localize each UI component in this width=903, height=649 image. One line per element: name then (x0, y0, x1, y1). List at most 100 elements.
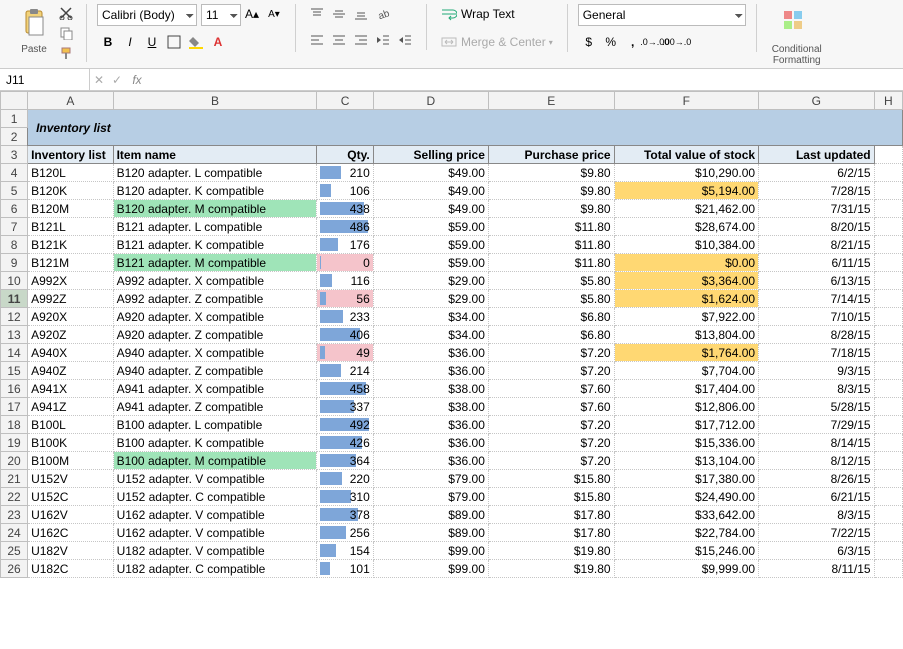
col-header[interactable]: B (113, 92, 317, 110)
table-header[interactable]: Item name (113, 146, 317, 164)
cell[interactable] (874, 506, 902, 524)
row-header[interactable]: 8 (1, 236, 28, 254)
cell[interactable]: $9.80 (488, 200, 614, 218)
cell[interactable]: $36.00 (373, 362, 488, 380)
cell[interactable]: $5.80 (488, 290, 614, 308)
cell[interactable]: A992Z (28, 290, 113, 308)
cell[interactable]: $10,384.00 (614, 236, 759, 254)
row-header[interactable]: 23 (1, 506, 28, 524)
cell[interactable] (874, 290, 902, 308)
cell[interactable]: $7,922.00 (614, 308, 759, 326)
cell[interactable]: $3,364.00 (614, 272, 759, 290)
cell[interactable]: 6/11/15 (759, 254, 875, 272)
row-header[interactable]: 12 (1, 308, 28, 326)
row-header[interactable]: 3 (1, 146, 28, 164)
cell[interactable]: 210 (317, 164, 373, 182)
cell[interactable]: U182C (28, 560, 113, 578)
cell[interactable] (874, 380, 902, 398)
cell[interactable]: A940 adapter. X compatible (113, 344, 317, 362)
cell[interactable]: B121 adapter. L compatible (113, 218, 317, 236)
cell[interactable]: 220 (317, 470, 373, 488)
cell[interactable]: $29.00 (373, 272, 488, 290)
cell[interactable]: $29.00 (373, 290, 488, 308)
align-left-icon[interactable] (306, 30, 328, 50)
cell[interactable]: $59.00 (373, 254, 488, 272)
cell[interactable]: $6.80 (488, 308, 614, 326)
cell[interactable]: $12,806.00 (614, 398, 759, 416)
cell[interactable]: $49.00 (373, 182, 488, 200)
enter-formula-icon[interactable]: ✓ (108, 73, 126, 87)
row-header[interactable]: 22 (1, 488, 28, 506)
table-header[interactable]: Inventory list (28, 146, 113, 164)
cell[interactable]: 6/2/15 (759, 164, 875, 182)
col-header[interactable]: F (614, 92, 759, 110)
cell[interactable] (874, 272, 902, 290)
row-header[interactable]: 4 (1, 164, 28, 182)
row-header[interactable]: 15 (1, 362, 28, 380)
cell[interactable]: B121M (28, 254, 113, 272)
cell[interactable]: 7/10/15 (759, 308, 875, 326)
cell[interactable]: $13,104.00 (614, 452, 759, 470)
fill-color-icon[interactable] (185, 32, 207, 52)
table-header[interactable]: Total value of stock (614, 146, 759, 164)
cell[interactable]: 176 (317, 236, 373, 254)
cell[interactable]: A992 adapter. Z compatible (113, 290, 317, 308)
cell[interactable]: 233 (317, 308, 373, 326)
cell[interactable]: $7,704.00 (614, 362, 759, 380)
cell[interactable]: $19.80 (488, 542, 614, 560)
cell[interactable]: $36.00 (373, 452, 488, 470)
select-all-corner[interactable] (1, 92, 28, 110)
cell[interactable]: $7.60 (488, 398, 614, 416)
cell[interactable]: $19.80 (488, 560, 614, 578)
cell[interactable]: 438 (317, 200, 373, 218)
cell[interactable]: B100K (28, 434, 113, 452)
cell[interactable]: A941X (28, 380, 113, 398)
cell[interactable]: $79.00 (373, 470, 488, 488)
cell[interactable] (874, 542, 902, 560)
cell[interactable]: 9/3/15 (759, 362, 875, 380)
row-header[interactable]: 9 (1, 254, 28, 272)
paste-button[interactable] (16, 4, 52, 40)
cell[interactable]: 8/12/15 (759, 452, 875, 470)
cell[interactable]: $15,246.00 (614, 542, 759, 560)
percent-icon[interactable]: % (600, 32, 622, 52)
cell[interactable]: A941 adapter. X compatible (113, 380, 317, 398)
row-header[interactable]: 13 (1, 326, 28, 344)
cell[interactable]: $15.80 (488, 470, 614, 488)
cell[interactable] (874, 470, 902, 488)
cell[interactable]: $11.80 (488, 218, 614, 236)
align-top-icon[interactable] (306, 4, 328, 24)
decrease-font-icon[interactable]: A▾ (263, 4, 285, 24)
cell[interactable]: $79.00 (373, 488, 488, 506)
cell[interactable]: A920 adapter. X compatible (113, 308, 317, 326)
cell[interactable]: $17.80 (488, 506, 614, 524)
cell[interactable] (874, 398, 902, 416)
cell[interactable]: $7.20 (488, 452, 614, 470)
cell[interactable]: A941Z (28, 398, 113, 416)
cell[interactable]: $89.00 (373, 524, 488, 542)
cell[interactable]: $17,380.00 (614, 470, 759, 488)
font-color-icon[interactable]: A (207, 32, 229, 52)
cell[interactable]: $13,804.00 (614, 326, 759, 344)
cell[interactable]: B120K (28, 182, 113, 200)
border-icon[interactable] (163, 32, 185, 52)
align-bottom-icon[interactable] (350, 4, 372, 24)
cell[interactable] (874, 344, 902, 362)
row-header[interactable]: 16 (1, 380, 28, 398)
cell[interactable]: B120L (28, 164, 113, 182)
cell[interactable]: 7/18/15 (759, 344, 875, 362)
cell[interactable]: $36.00 (373, 416, 488, 434)
cell[interactable]: B120 adapter. M compatible (113, 200, 317, 218)
increase-indent-icon[interactable] (394, 30, 416, 50)
cell[interactable]: 426 (317, 434, 373, 452)
cell[interactable]: $38.00 (373, 398, 488, 416)
cell[interactable]: B121 adapter. M compatible (113, 254, 317, 272)
cell[interactable] (874, 200, 902, 218)
cell[interactable]: $28,674.00 (614, 218, 759, 236)
cell[interactable]: $7.20 (488, 434, 614, 452)
cell[interactable]: 56 (317, 290, 373, 308)
cell[interactable]: $34.00 (373, 326, 488, 344)
cell[interactable]: $59.00 (373, 218, 488, 236)
cell[interactable]: A992X (28, 272, 113, 290)
orientation-icon[interactable]: ab (372, 4, 394, 24)
